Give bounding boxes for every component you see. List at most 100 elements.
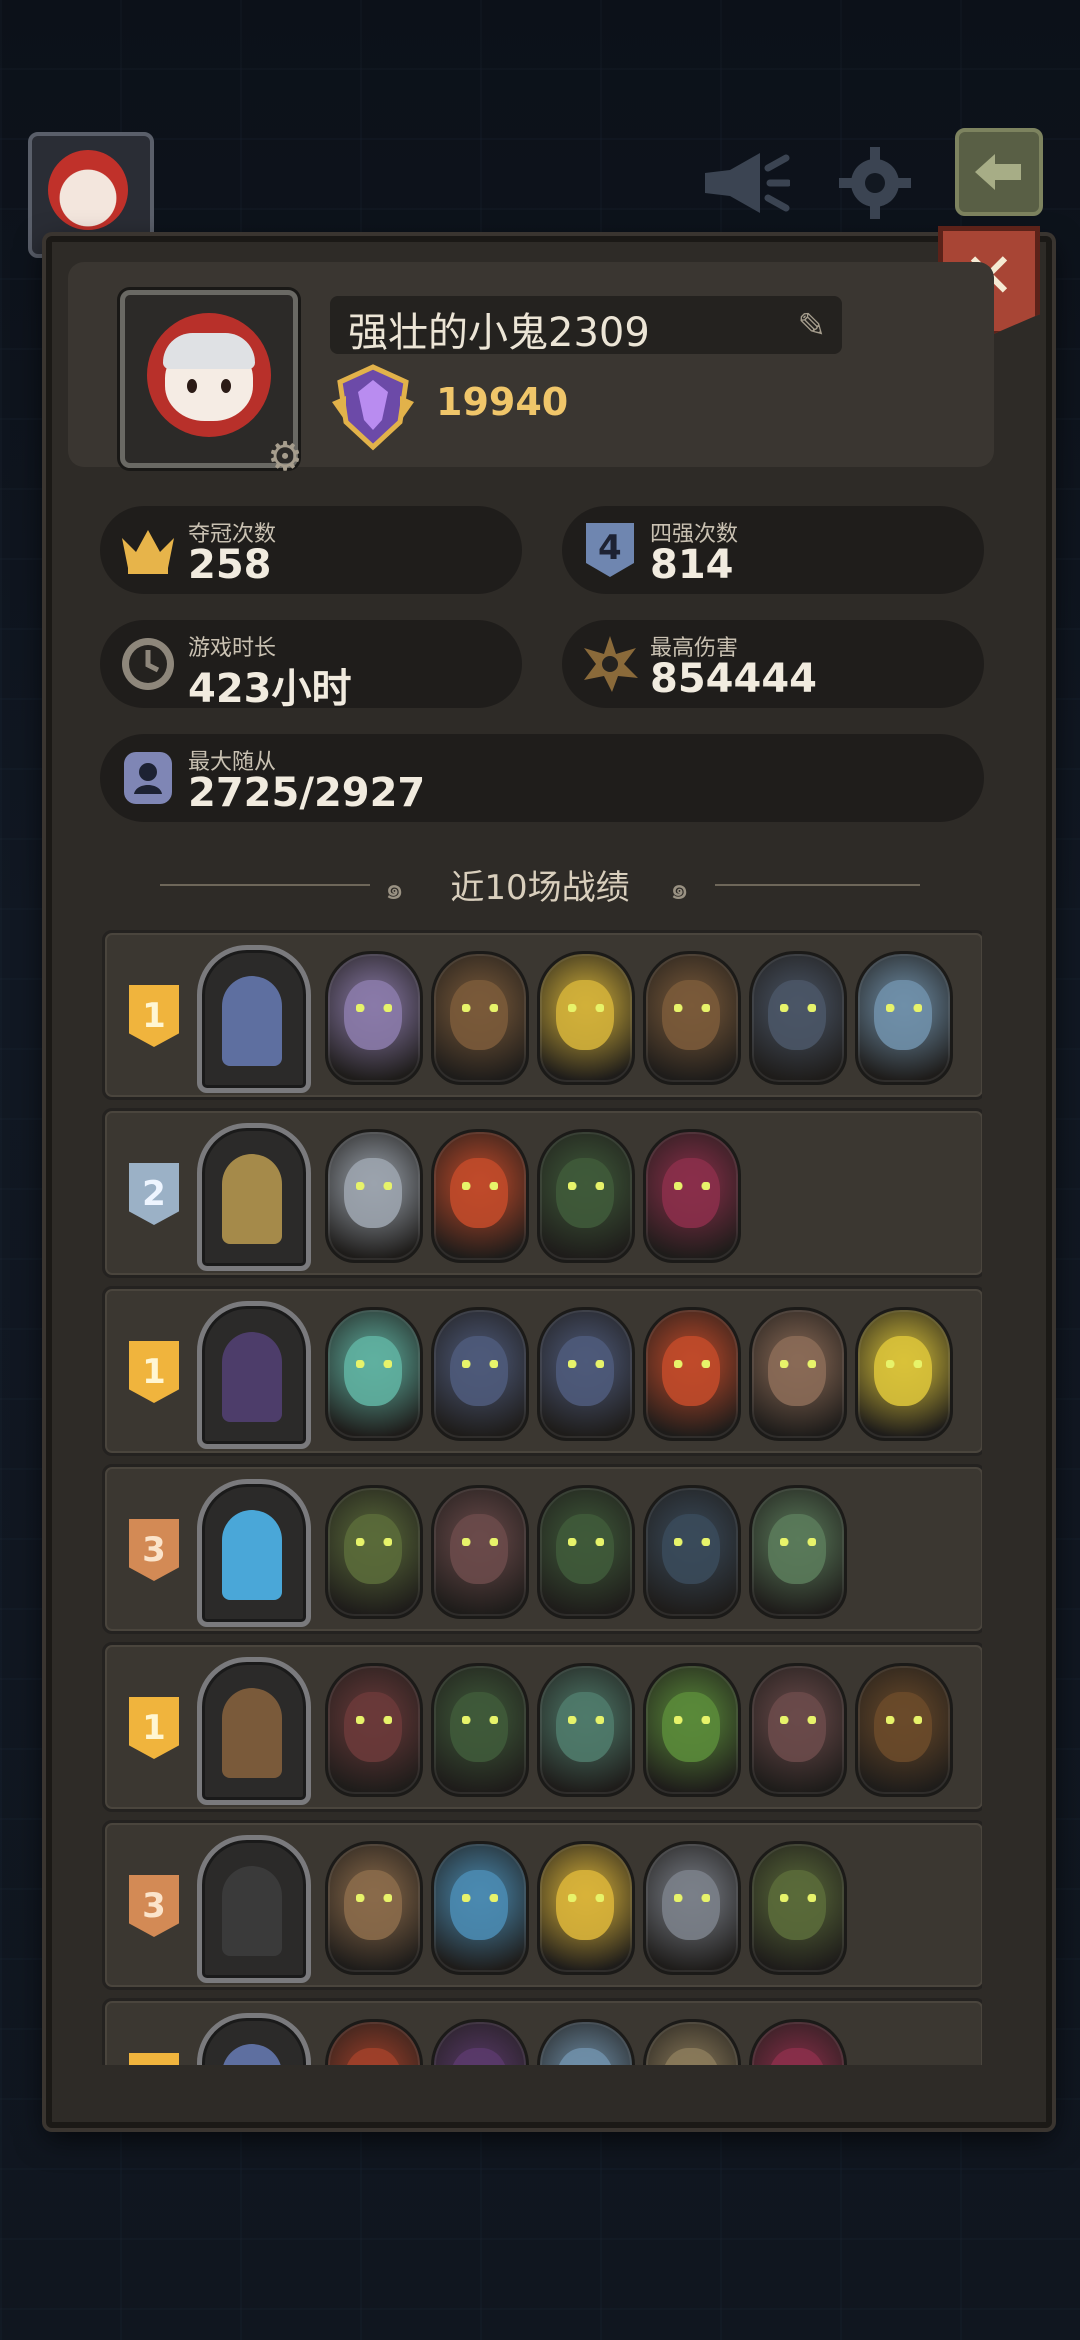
hero-portrait[interactable]: [197, 1479, 311, 1627]
hero-figure: [222, 1510, 282, 1600]
hero-portrait[interactable]: [197, 2013, 311, 2065]
minion-eyes: [462, 1182, 498, 1190]
hero-portrait[interactable]: [197, 1301, 311, 1449]
minion-portrait[interactable]: [325, 1663, 423, 1797]
minion-portrait[interactable]: [749, 951, 847, 1085]
minion-portrait[interactable]: [643, 1129, 741, 1263]
minion-portrait[interactable]: [325, 2019, 423, 2065]
minion-portrait[interactable]: [855, 1307, 953, 1441]
player-name: 强壮的小鬼2309: [348, 310, 650, 356]
minion-portrait[interactable]: [537, 951, 635, 1085]
hero-portrait[interactable]: [197, 1123, 311, 1271]
minion-portrait[interactable]: [643, 1841, 741, 1975]
minion-portrait[interactable]: [643, 1485, 741, 1619]
minion-eyes: [886, 1004, 922, 1012]
announcement-button[interactable]: [700, 138, 790, 228]
minion-figure: [556, 980, 614, 1050]
minion-portrait[interactable]: [431, 2019, 529, 2065]
settings-button[interactable]: [830, 138, 920, 228]
match-row[interactable]: 3: [102, 1820, 982, 1990]
minion-portrait[interactable]: [537, 1307, 635, 1441]
hero-portrait[interactable]: [197, 1657, 311, 1805]
stat-max-minions: 最大随从 2725/2927: [100, 734, 984, 822]
minion-eyes: [356, 1894, 392, 1902]
minion-figure: [344, 1514, 402, 1584]
minion-portrait[interactable]: [431, 1307, 529, 1441]
minion-eyes: [568, 1360, 604, 1368]
stat-playtime: 游戏时长 423小时: [100, 620, 522, 712]
portrait-settings-icon[interactable]: ⚙: [265, 437, 305, 477]
hero-figure: [222, 2044, 282, 2065]
history-header: ๑ 近10场战绩 ๑: [160, 858, 920, 910]
minion-portrait[interactable]: [431, 1485, 529, 1619]
minion-portrait[interactable]: [537, 1129, 635, 1263]
minion-eyes: [356, 1004, 392, 1012]
hero-portrait[interactable]: [197, 1835, 311, 1983]
match-row[interactable]: 1: [102, 1642, 982, 1812]
match-row[interactable]: 1: [102, 1998, 982, 2065]
minion-figure: [450, 1870, 508, 1940]
minion-figure: [450, 2048, 508, 2065]
minion-portrait[interactable]: [855, 951, 953, 1085]
minion-portrait[interactable]: [749, 1307, 847, 1441]
top4-shield-icon: 4: [580, 520, 640, 580]
minion-eyes: [356, 1538, 392, 1546]
exit-button[interactable]: [955, 128, 1043, 216]
megaphone-icon: [705, 153, 790, 213]
placement-badge: 1: [129, 1341, 179, 1403]
player-portrait[interactable]: ⚙: [120, 290, 303, 477]
minion-portrait[interactable]: [537, 1485, 635, 1619]
minion-figure: [662, 1158, 720, 1228]
minion-figure: [662, 1336, 720, 1406]
minion-portrait[interactable]: [431, 1663, 529, 1797]
match-history-list[interactable]: 1 2 1 3 1 3 1: [102, 930, 982, 2065]
edit-name-icon[interactable]: ✎: [798, 306, 827, 346]
minion-portrait[interactable]: [325, 951, 423, 1085]
minion-figure: [768, 2048, 826, 2065]
minion-portrait[interactable]: [325, 1841, 423, 1975]
minion-eyes: [356, 1182, 392, 1190]
hero-portrait[interactable]: [197, 945, 311, 1093]
minion-eyes: [674, 1004, 710, 1012]
minion-figure: [768, 1692, 826, 1762]
minion-figure: [768, 1514, 826, 1584]
minion-portrait[interactable]: [855, 1663, 953, 1797]
minion-portrait[interactable]: [325, 1307, 423, 1441]
minion-portrait[interactable]: [537, 1841, 635, 1975]
stat-top4: 4 四强次数 814: [562, 506, 984, 594]
match-row[interactable]: 1: [102, 930, 982, 1100]
minion-portrait[interactable]: [643, 1307, 741, 1441]
minion-portrait[interactable]: [431, 1129, 529, 1263]
minion-figure: [874, 1692, 932, 1762]
minion-portrait[interactable]: [537, 2019, 635, 2065]
minion-figure: [344, 1158, 402, 1228]
minion-portrait[interactable]: [431, 951, 529, 1085]
minion-eyes: [568, 1716, 604, 1724]
minion-eyes: [674, 1182, 710, 1190]
minion-eyes: [886, 1360, 922, 1368]
hero-figure: [222, 1688, 282, 1778]
minion-portrait[interactable]: [431, 1841, 529, 1975]
match-row[interactable]: 2: [102, 1108, 982, 1278]
minion-portrait[interactable]: [643, 2019, 741, 2065]
minion-portrait[interactable]: [749, 2019, 847, 2065]
minion-eyes: [462, 1004, 498, 1012]
hero-figure: [222, 1154, 282, 1244]
minion-portrait[interactable]: [537, 1663, 635, 1797]
minion-portrait[interactable]: [643, 1663, 741, 1797]
minion-figure: [556, 2048, 614, 2065]
stat-value: 2725/2927: [188, 770, 426, 816]
minion-portrait[interactable]: [749, 1841, 847, 1975]
minion-portrait[interactable]: [325, 1485, 423, 1619]
minion-portrait[interactable]: [749, 1485, 847, 1619]
match-row[interactable]: 3: [102, 1464, 982, 1634]
minion-portrait[interactable]: [643, 951, 741, 1085]
minion-eyes: [568, 1004, 604, 1012]
match-row[interactable]: 1: [102, 1286, 982, 1456]
minion-portrait[interactable]: [749, 1663, 847, 1797]
rank-badge-icon: [332, 364, 414, 451]
minion-eyes: [674, 1716, 710, 1724]
minion-portrait[interactable]: [325, 1129, 423, 1263]
crown-icon: [118, 520, 178, 580]
minion-figure: [450, 1158, 508, 1228]
